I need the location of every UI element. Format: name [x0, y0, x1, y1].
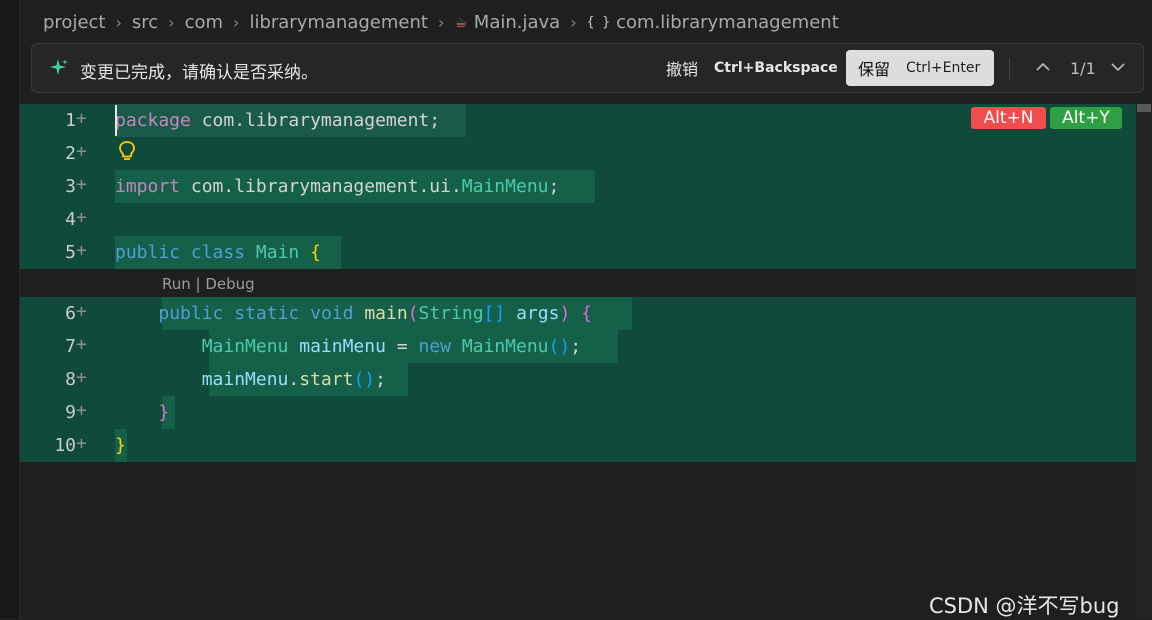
code-text[interactable]: public class Main { [115, 242, 321, 263]
codelens-separator: | [190, 275, 206, 293]
code-text[interactable]: package com.librarymanagement; [115, 110, 440, 131]
scrollbar[interactable] [1136, 104, 1152, 619]
breadcrumb-com[interactable]: com [185, 12, 223, 33]
undo-label: 撤销 [666, 60, 699, 79]
breadcrumb-package[interactable]: com.librarymanagement [616, 12, 839, 33]
breadcrumb-project[interactable]: project [43, 12, 105, 33]
code-text[interactable]: mainMenu.start(); [115, 369, 386, 390]
code-line: 5 + public class Main { [20, 236, 1136, 269]
code-text[interactable]: } [115, 435, 126, 456]
activity-strip [0, 0, 20, 619]
undo-button[interactable]: 撤销 Ctrl+Backspace [666, 54, 838, 82]
breadcrumb-librarymanagement[interactable]: librarymanagement [249, 12, 428, 33]
code-text[interactable]: public static void main(String[] args) { [115, 303, 592, 324]
added-marker: + [76, 433, 87, 454]
code-line: 4 + [20, 203, 1136, 236]
namespace-braces-icon: { } [586, 14, 611, 30]
line-number: 5 [65, 242, 76, 263]
breadcrumb-file[interactable]: Main.java [474, 12, 560, 33]
code-line: 7 + MainMenu mainMenu = new MainMenu(); [20, 330, 1136, 363]
breadcrumb: project › src › com › librarymanagement … [43, 8, 839, 36]
text-cursor [115, 105, 117, 136]
change-counter: 1/1 [1070, 59, 1096, 78]
undo-shortcut: Ctrl+Backspace [714, 60, 838, 76]
debug-link[interactable]: Debug [205, 275, 254, 293]
added-marker: + [76, 301, 87, 322]
divider [1009, 58, 1010, 80]
keep-button[interactable]: 保留 Ctrl+Enter [846, 50, 994, 86]
chevron-right-icon: › [233, 12, 240, 32]
chevron-down-icon[interactable] [1109, 58, 1127, 76]
added-marker: + [76, 207, 87, 228]
accept-shortcut-badge[interactable]: Alt+Y [1050, 107, 1122, 129]
code-line: 2 + [20, 137, 1136, 170]
java-file-icon: ☕ [454, 13, 468, 31]
added-marker: + [76, 367, 87, 388]
added-marker: + [76, 174, 87, 195]
keep-label: 保留 [858, 60, 891, 79]
code-line: 10 + } [20, 429, 1136, 462]
change-review-bar: 变更已完成，请确认是否采纳。 撤销 Ctrl+Backspace 保留 Ctrl… [31, 43, 1144, 93]
chevron-right-icon: › [115, 12, 122, 32]
chevron-up-icon[interactable] [1034, 58, 1052, 76]
code-text[interactable]: } [115, 402, 169, 423]
lightbulb-icon[interactable] [117, 140, 137, 162]
code-line: 3 + import com.librarymanagement.ui.Main… [20, 170, 1136, 203]
keep-shortcut: Ctrl+Enter [906, 60, 981, 76]
code-line: 1 + package com.librarymanagement; Alt+N… [20, 104, 1136, 137]
added-marker: + [76, 141, 87, 162]
breadcrumb-src[interactable]: src [132, 12, 158, 33]
code-text[interactable]: import com.librarymanagement.ui.MainMenu… [115, 176, 559, 197]
code-line: 9 + } [20, 396, 1136, 429]
added-marker: + [76, 240, 87, 261]
chevron-right-icon: › [437, 12, 445, 32]
line-number: 9 [65, 402, 76, 423]
line-number: 6 [65, 303, 76, 324]
line-number: 3 [65, 176, 76, 197]
chevron-right-icon: › [570, 12, 577, 32]
reject-shortcut-badge[interactable]: Alt+N [971, 107, 1046, 129]
line-number: 8 [65, 369, 76, 390]
code-text[interactable]: MainMenu mainMenu = new MainMenu(); [115, 336, 581, 357]
run-link[interactable]: Run [162, 275, 191, 293]
line-number: 1 [65, 110, 76, 131]
review-message: 变更已完成，请确认是否采纳。 [80, 63, 318, 83]
line-number: 4 [65, 209, 76, 230]
code-line: 8 + mainMenu.start(); [20, 363, 1136, 396]
added-marker: + [76, 400, 87, 421]
added-marker: + [76, 334, 87, 355]
scrollbar-thumb[interactable] [1137, 104, 1151, 112]
line-number: 10 [54, 435, 76, 456]
sparkle-icon [50, 59, 68, 75]
watermark: CSDN @洋不写bug [929, 594, 1120, 618]
code-line: 6 + public static void main(String[] arg… [20, 297, 1136, 330]
added-marker: + [76, 108, 87, 129]
chevron-right-icon: › [168, 12, 175, 32]
codelens: Run | Debug [162, 275, 255, 293]
code-editor[interactable]: 1 + package com.librarymanagement; Alt+N… [20, 104, 1152, 619]
line-number: 2 [65, 143, 76, 164]
line-number: 7 [65, 336, 76, 357]
